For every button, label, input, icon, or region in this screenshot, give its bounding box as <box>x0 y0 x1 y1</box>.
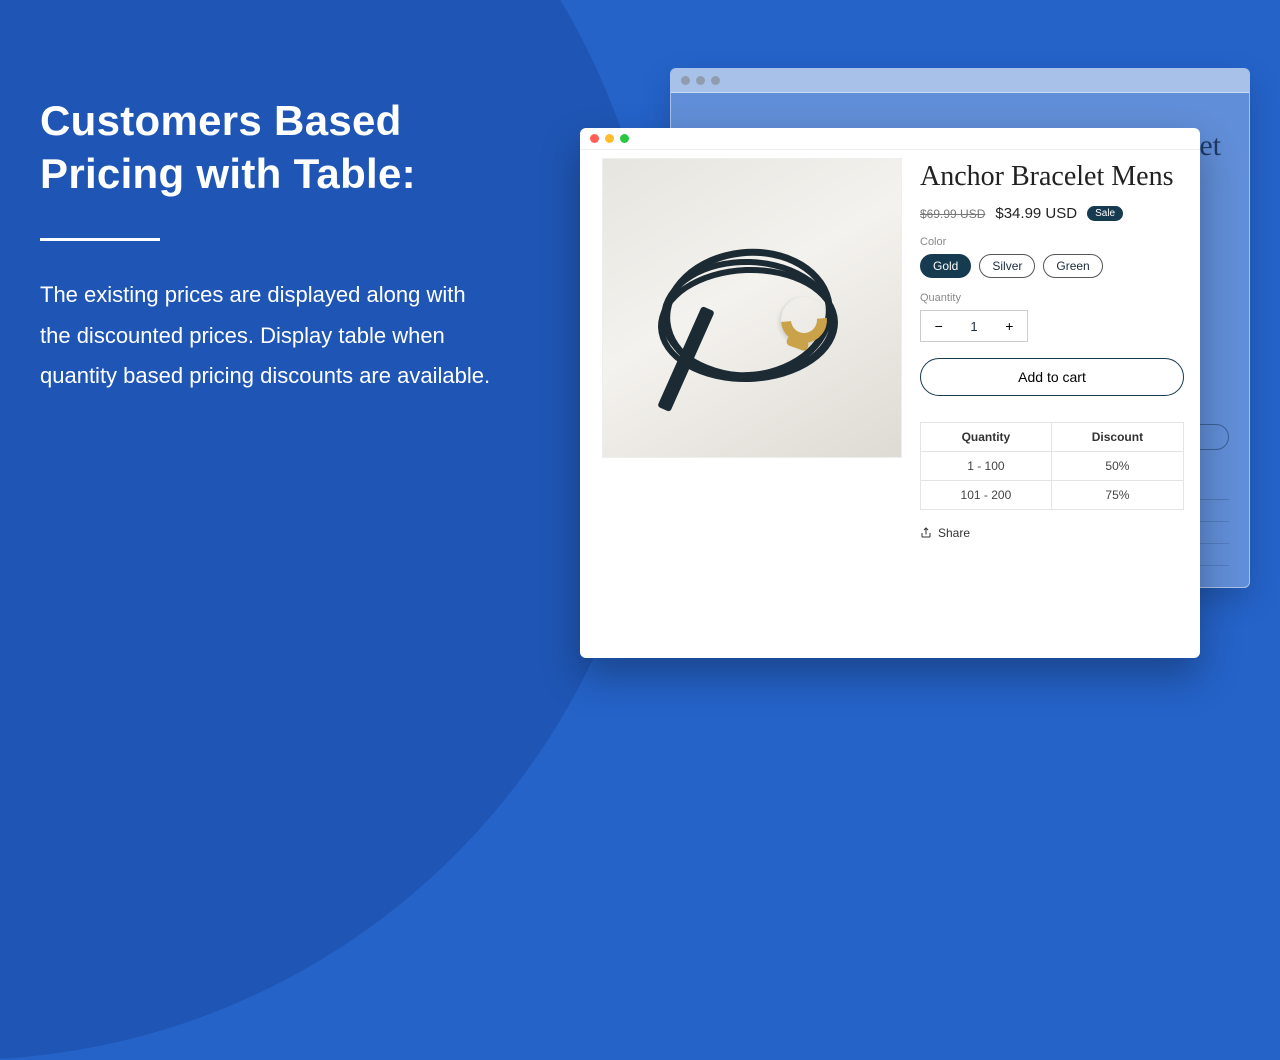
foreground-window: Anchor Bracelet Mens $69.99 USD $34.99 U… <box>580 128 1200 658</box>
quantity-increment-button[interactable]: + <box>992 311 1027 341</box>
price-row: $69.99 USD $34.99 USD Sale <box>920 205 1184 222</box>
window-dot-icon <box>681 76 690 85</box>
traffic-light-close-icon[interactable] <box>590 134 599 143</box>
sale-price: $34.99 USD <box>995 205 1077 222</box>
color-label: Color <box>920 236 1184 248</box>
color-option-green[interactable]: Green <box>1043 254 1102 278</box>
share-button[interactable]: Share <box>920 526 1184 540</box>
traffic-light-max-icon[interactable] <box>620 134 629 143</box>
color-option-gold[interactable]: Gold <box>920 254 971 278</box>
window-chrome-bar <box>671 69 1249 93</box>
color-options: Gold Silver Green <box>920 254 1184 278</box>
table-row: 101 - 200 75% <box>921 481 1184 510</box>
product-title: Anchor Bracelet Mens <box>920 160 1184 193</box>
product-image[interactable] <box>602 158 902 458</box>
color-option-silver[interactable]: Silver <box>979 254 1035 278</box>
quantity-stepper: − 1 + <box>920 310 1028 342</box>
marketing-body: The existing prices are displayed along … <box>40 275 500 397</box>
window-chrome-bar <box>580 128 1200 150</box>
window-dot-icon <box>711 76 720 85</box>
quantity-label: Quantity <box>920 292 1184 304</box>
compare-at-price: $69.99 USD <box>920 207 985 221</box>
discount-header-disc: Discount <box>1051 423 1183 452</box>
marketing-headline: Customers Based Pricing with Table: <box>40 95 500 200</box>
sale-badge: Sale <box>1087 206 1123 221</box>
marketing-copy: Customers Based Pricing with Table: The … <box>40 95 500 397</box>
discount-table: Quantity Discount 1 - 100 50% 101 - 200 … <box>920 422 1184 510</box>
quantity-value: 1 <box>956 319 991 334</box>
share-icon <box>920 527 932 539</box>
add-to-cart-button[interactable]: Add to cart <box>920 358 1184 396</box>
traffic-light-min-icon[interactable] <box>605 134 614 143</box>
product-details: Anchor Bracelet Mens $69.99 USD $34.99 U… <box>920 158 1184 642</box>
product-panel: Anchor Bracelet Mens $69.99 USD $34.99 U… <box>580 150 1200 658</box>
discount-header-qty: Quantity <box>921 423 1052 452</box>
quantity-decrement-button[interactable]: − <box>921 311 956 341</box>
share-label: Share <box>938 526 970 540</box>
divider <box>40 238 160 241</box>
table-row: 1 - 100 50% <box>921 452 1184 481</box>
window-dot-icon <box>696 76 705 85</box>
